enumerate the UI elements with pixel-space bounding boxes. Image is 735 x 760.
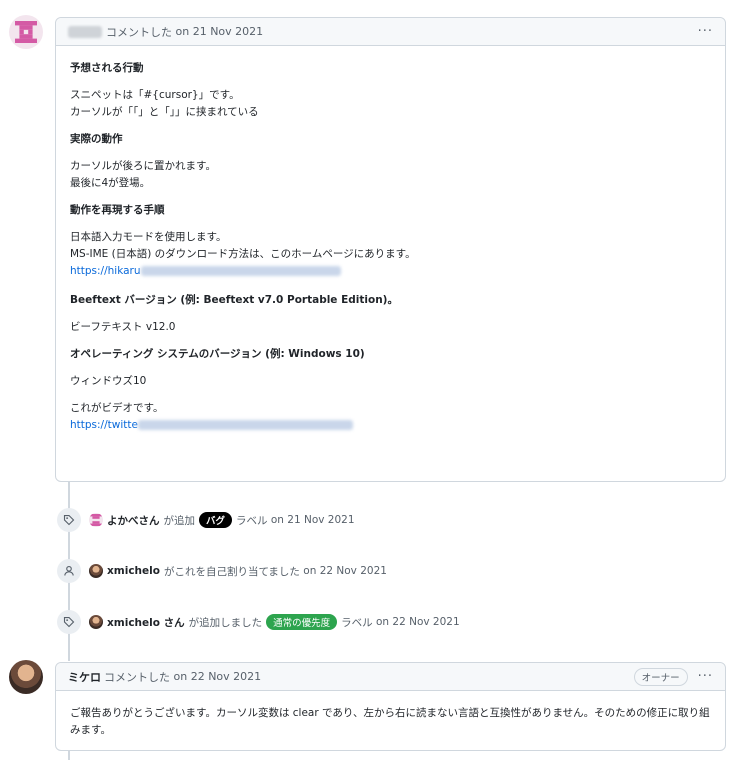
actual-heading: 実際の動作 — [70, 133, 123, 145]
event-date[interactable]: on 22 Nov 2021 — [303, 565, 387, 577]
timeline-event-label-added: xmichelo さん が追加しました 通常の優先度 ラベル on 22 Nov… — [57, 610, 460, 634]
timeline-event-label-added: よかべさん が追加 バグ ラベル on 21 Nov 2021 — [57, 508, 355, 532]
event-suffix: ラベル — [341, 616, 373, 629]
actual-text: カーソルが後ろに置かれます。 最後に4が登場。 — [70, 160, 216, 189]
more-options-icon[interactable]: ··· — [698, 669, 713, 684]
comment-card: ミケロ コメントした on 22 Nov 2021 オーナー ··· ご報告あり… — [55, 662, 726, 751]
comment-action: コメントした — [106, 25, 172, 39]
tag-icon — [57, 508, 81, 532]
more-options-icon[interactable]: ··· — [698, 24, 713, 39]
timeline-event-assigned: xmichelo がこれを自己割り当てました on 22 Nov 2021 — [57, 559, 387, 583]
steps-heading: 動作を再現する手順 — [70, 204, 165, 216]
event-user[interactable]: xmichelo さん — [107, 615, 185, 630]
comment-header: ミケロ コメントした on 22 Nov 2021 オーナー ··· — [56, 663, 725, 691]
identicon-icon — [15, 21, 37, 43]
expected-heading: 予想される行動 — [70, 62, 144, 74]
owner-badge: オーナー — [633, 667, 688, 686]
expected-text: スニペットは「#{cursor}」です。 カーソルが「「」と「」」に挟まれている — [70, 89, 259, 118]
event-suffix: ラベル — [236, 514, 268, 527]
event-user[interactable]: xmichelo — [107, 565, 160, 577]
event-verb: が追加 — [163, 514, 196, 527]
os-version-heading: オペレーティング システムのバージョン (例: Windows 10) — [70, 348, 365, 360]
event-user[interactable]: よかべさん — [107, 513, 160, 528]
steps-link[interactable]: https://hikaru — [70, 265, 341, 277]
comment-body: ご報告ありがとうございます。カーソル変数は clear であり、左から右に読まな… — [56, 691, 725, 759]
event-verb: がこれを自己割り当てました — [163, 565, 300, 578]
author-name-redacted[interactable] — [68, 25, 102, 38]
beeftext-version-heading: Beeftext バージョン (例: Beeftext v7.0 Portabl… — [70, 294, 398, 306]
avatar[interactable] — [9, 660, 43, 694]
video-link[interactable]: https://twitte — [70, 419, 353, 431]
comment-text: ご報告ありがとうございます。カーソル変数は clear であり、左から右に読まな… — [70, 707, 710, 736]
comment-body: 予想される行動 スニペットは「#{cursor}」です。 カーソルが「「」と「」… — [56, 46, 725, 454]
comment-header: コメントした on 21 Nov 2021 ··· — [56, 18, 725, 46]
priority-label[interactable]: 通常の優先度 — [266, 614, 338, 630]
comment-date[interactable]: on 22 Nov 2021 — [174, 670, 262, 683]
bug-label[interactable]: バグ — [199, 512, 233, 528]
avatar[interactable] — [89, 615, 103, 629]
event-date[interactable]: on 22 Nov 2021 — [376, 616, 460, 628]
event-verb: が追加しました — [188, 616, 263, 629]
video-text: これがビデオです。 https://twitte — [70, 400, 711, 434]
person-icon — [57, 559, 81, 583]
comment-action: コメントした — [104, 670, 170, 684]
os-version-value: ウィンドウズ10 — [70, 375, 147, 387]
avatar[interactable] — [89, 513, 103, 527]
avatar[interactable] — [9, 15, 43, 49]
tag-icon — [57, 610, 81, 634]
event-date[interactable]: on 21 Nov 2021 — [271, 514, 355, 526]
comment-card: コメントした on 21 Nov 2021 ··· 予想される行動 スニペットは… — [55, 17, 726, 482]
beeftext-version-value: ビーフテキスト v12.0 — [70, 321, 176, 333]
steps-text: 日本語入力モードを使用します。 MS-IME (日本語) のダウンロード方法は、… — [70, 231, 416, 277]
comment-date[interactable]: on 21 Nov 2021 — [176, 25, 264, 38]
comment-author[interactable]: ミケロ — [68, 669, 101, 685]
avatar[interactable] — [89, 564, 103, 578]
